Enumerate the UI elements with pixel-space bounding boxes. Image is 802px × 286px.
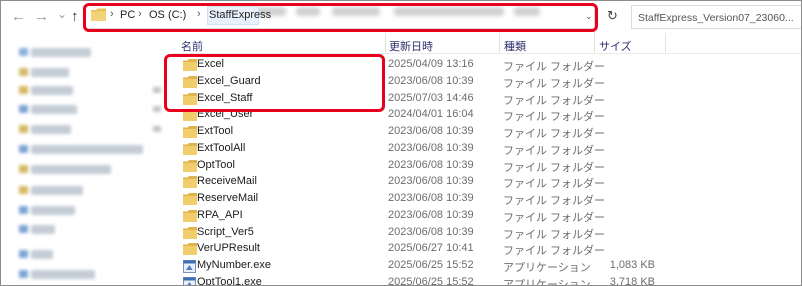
file-name: VerUPResult: [197, 242, 260, 255]
file-row[interactable]: OptTool1.exe 2025/06/25 15:52 アプリケーション 3,71…: [173, 274, 801, 286]
file-type: ファイル フォルダー: [503, 111, 606, 124]
column-divider[interactable]: [665, 33, 666, 53]
file-name: OptTool: [197, 158, 235, 171]
file-type: ファイル フォルダー: [503, 161, 606, 174]
file-type: ファイル フォルダー: [503, 77, 606, 90]
file-row[interactable]: ReserveMail 2023/06/08 10:39 ファイル フォルダー: [173, 190, 801, 207]
file-modified-date: 2023/06/08 10:39: [388, 125, 474, 137]
file-type: ファイル フォルダー: [503, 211, 606, 224]
file-type: ファイル フォルダー: [503, 178, 606, 191]
file-type: ファイル フォルダー: [503, 245, 606, 258]
file-type: ファイル フォルダー: [503, 228, 606, 241]
file-row[interactable]: VerUPResult 2025/06/27 10:41 ファイル フォルダー: [173, 240, 801, 257]
file-row[interactable]: RPA_API 2023/06/08 10:39 ファイル フォルダー: [173, 207, 801, 224]
folder-icon: [183, 159, 197, 172]
file-size: 1,083 KB: [609, 259, 655, 271]
column-divider[interactable]: [594, 33, 595, 53]
file-type: アプリケーション: [503, 278, 591, 286]
file-type: アプリケーション: [503, 262, 591, 274]
file-modified-date: 2025/07/03 14:46: [388, 91, 474, 104]
file-row[interactable]: ExtToolAll 2023/06/08 10:39 ファイル フォルダー: [173, 140, 801, 157]
file-modified-date: 2025/04/09 13:16: [388, 58, 474, 70]
file-modified-date: 2023/06/08 10:39: [388, 74, 474, 87]
folder-icon: [183, 193, 197, 205]
file-name: RPA_API: [197, 208, 243, 221]
back-arrow-icon[interactable]: ←: [11, 9, 26, 24]
folders-highlight-box: [164, 54, 385, 112]
application-icon: [183, 260, 197, 273]
refresh-icon[interactable]: ↻: [607, 8, 618, 24]
file-size: 3,718 KB: [609, 275, 655, 286]
search-box[interactable]: StaffExpress_Version07_23060...: [631, 5, 801, 29]
forward-arrow-icon[interactable]: →: [34, 9, 49, 24]
file-modified-date: 2023/06/08 10:39: [388, 175, 474, 188]
file-type: ファイル フォルダー: [503, 144, 606, 157]
file-modified-date: 2024/04/01 16:04: [388, 108, 474, 121]
column-header-name[interactable]: 名前: [181, 38, 203, 54]
column-header-date[interactable]: 更新日時: [389, 38, 433, 54]
up-arrow-icon[interactable]: ↑: [71, 9, 79, 24]
application-icon: [183, 276, 197, 285]
file-modified-date: 2023/06/08 10:39: [388, 158, 474, 171]
file-name: MyNumber.exe: [197, 259, 271, 271]
file-row[interactable]: OptTool 2023/06/08 10:39 ファイル フォルダー: [173, 157, 801, 174]
file-modified-date: 2023/06/08 10:39: [388, 208, 474, 221]
folder-icon: [183, 226, 197, 239]
file-row[interactable]: MyNumber.exe 2025/06/25 15:52 アプリケーション 1,08…: [173, 257, 801, 274]
address-bar-highlight-box: [83, 3, 598, 32]
file-type: ファイル フォルダー: [503, 61, 606, 73]
search-text: StaffExpress_Version07_23060...: [638, 12, 794, 24]
recent-locations-chevron-icon[interactable]: ⌄: [57, 7, 67, 21]
file-row[interactable]: ExtTool 2023/06/08 10:39 ファイル フォルダー: [173, 123, 801, 140]
file-name: Script_Ver5: [197, 225, 254, 238]
file-modified-date: 2023/06/08 10:39: [388, 192, 474, 204]
file-name: ReceiveMail: [197, 175, 257, 188]
file-name: ReserveMail: [197, 192, 259, 204]
file-type: ファイル フォルダー: [503, 195, 606, 207]
file-type: ファイル フォルダー: [503, 94, 606, 107]
file-modified-date: 2023/06/08 10:39: [388, 225, 474, 238]
column-divider[interactable]: [385, 33, 386, 53]
file-modified-date: 2023/06/08 10:39: [388, 141, 474, 154]
file-row[interactable]: ReceiveMail 2023/06/08 10:39 ファイル フォルダー: [173, 173, 801, 190]
column-header-size[interactable]: サイズ: [599, 38, 632, 54]
file-name: ExtTool: [197, 125, 234, 137]
file-modified-date: 2025/06/27 10:41: [388, 242, 474, 255]
file-modified-date: 2025/06/25 15:52: [388, 259, 474, 271]
folder-icon: [183, 209, 197, 222]
file-modified-date: 2025/06/25 15:52: [388, 275, 474, 286]
folder-icon: [183, 176, 197, 189]
file-type: ファイル フォルダー: [503, 128, 606, 140]
folder-icon: [183, 243, 197, 256]
file-name: OptTool1.exe: [197, 275, 262, 286]
file-name: ExtToolAll: [197, 141, 246, 154]
navigation-pane: [1, 34, 171, 285]
explorer-window: ← → ⌄ ↑ › PC › OS (C:) › StaffExpress ⌄ …: [0, 0, 802, 286]
column-divider[interactable]: [499, 33, 500, 53]
folder-icon: [183, 126, 197, 138]
column-header-type[interactable]: 種類: [504, 38, 526, 54]
folder-icon: [183, 142, 197, 155]
file-row[interactable]: Script_Ver5 2023/06/08 10:39 ファイル フォルダー: [173, 224, 801, 241]
